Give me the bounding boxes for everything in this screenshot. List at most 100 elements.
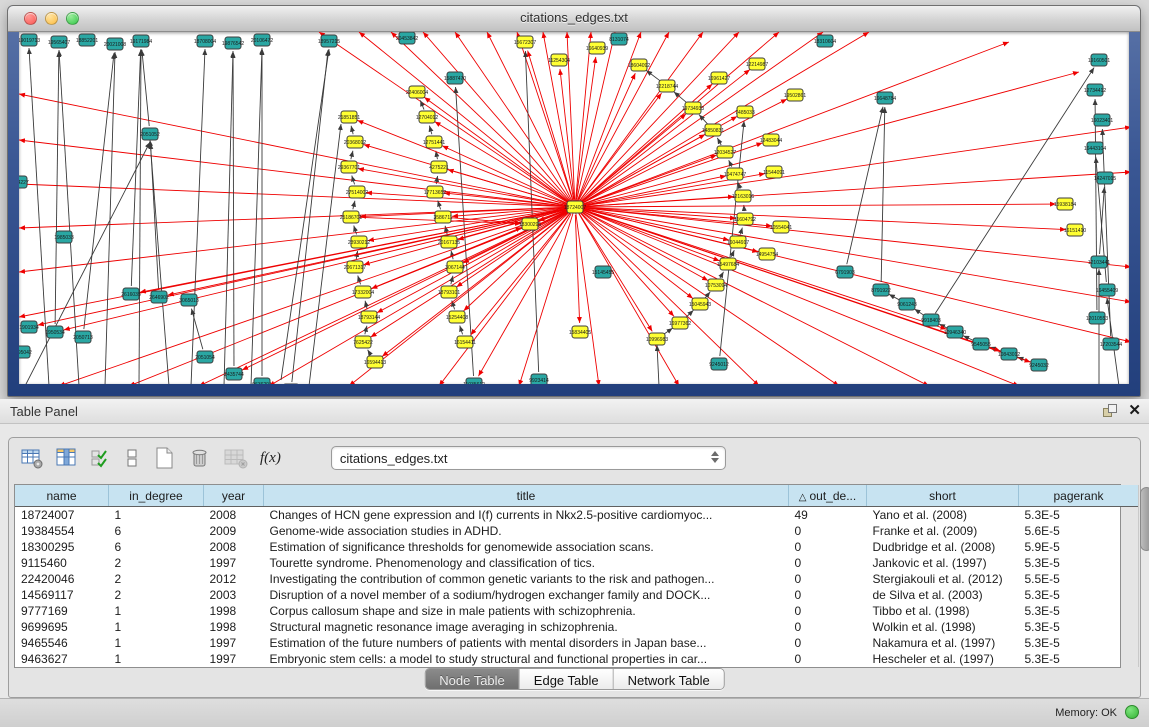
- graph-node-label: 25186701: [340, 215, 362, 221]
- graph-node-label: 19171984: [130, 39, 152, 45]
- graph-node-label: 11604792: [734, 217, 756, 223]
- graph-node-label: 27514002: [346, 190, 368, 196]
- graph-node-label: 2646902: [149, 295, 169, 301]
- graph-edge: [581, 208, 1129, 302]
- column-header-short[interactable]: short: [867, 485, 1019, 507]
- delete-table-icon[interactable]: [222, 445, 250, 471]
- graph-node-label: 15672307: [514, 40, 536, 46]
- graph-node-label: 16023401: [1091, 118, 1113, 124]
- graph-edge: [583, 204, 1056, 207]
- status-bar: Memory: OK: [0, 698, 1149, 727]
- graph-node-label: 12103441: [1088, 260, 1110, 266]
- tab-network-table[interactable]: Network Table: [614, 669, 724, 689]
- graph-edge: [1102, 129, 1110, 336]
- graph-node-label: 15938184: [1054, 202, 1076, 208]
- column-header-in_degree[interactable]: in_degree: [109, 485, 204, 507]
- table-settings-icon[interactable]: [19, 445, 45, 471]
- column-header-out_de[interactable]: △out_de...: [789, 485, 867, 507]
- graph-edge: [150, 140, 169, 384]
- float-panel-icon[interactable]: [1101, 402, 1118, 419]
- graph-edge: [740, 228, 742, 235]
- graph-edge: [365, 301, 367, 309]
- graph-node-label: 16594413: [364, 360, 386, 366]
- column-header-title[interactable]: title: [264, 485, 789, 507]
- graph-node-label: 12214987: [746, 62, 768, 68]
- graph-edge: [131, 50, 140, 286]
- graph-node-label: 11544091: [763, 170, 785, 176]
- graph-node-label: 15254408: [446, 315, 468, 321]
- graph-node-label: 16455409: [1096, 288, 1118, 294]
- graph-node-label: 19019713: [19, 38, 40, 44]
- graph-edge: [578, 212, 679, 384]
- column-header-name[interactable]: name: [15, 485, 109, 507]
- graph-edge: [847, 107, 883, 264]
- graph-node-label: 3065013: [179, 298, 199, 304]
- table-row[interactable]: 1830029562008Estimation of significance …: [15, 539, 1138, 555]
- column-header-pagerank[interactable]: pagerank: [1019, 485, 1139, 507]
- graph-edge: [478, 214, 571, 376]
- graph-edge: [576, 213, 599, 384]
- select-column-icon[interactable]: [54, 445, 80, 471]
- close-panel-icon[interactable]: ✕: [1128, 403, 1141, 419]
- table-vertical-scrollbar[interactable]: [1138, 485, 1139, 667]
- graph-node-label: 18300295: [519, 222, 541, 228]
- window-titlebar[interactable]: citations_edges.txt: [8, 6, 1140, 32]
- graph-node-label: 12704012: [416, 115, 438, 121]
- table-row[interactable]: 969969511998Structural magnetic resonanc…: [15, 619, 1138, 635]
- match-checkbox-icon[interactable]: [89, 445, 113, 471]
- function-builder-icon[interactable]: f(x): [259, 457, 282, 459]
- table-selector[interactable]: citations_edges.txt: [331, 446, 726, 470]
- graph-node-label: 11035612: [463, 382, 485, 384]
- delete-trash-icon[interactable]: [186, 444, 213, 472]
- graph-edge: [581, 209, 1019, 384]
- graph-edge: [646, 70, 660, 81]
- network-canvas[interactable]: 1901971319565407188522012002100819171984…: [19, 32, 1129, 384]
- graph-edge: [84, 53, 114, 329]
- tab-edge-table[interactable]: Edge Table: [520, 669, 614, 689]
- graph-node-label: 20106472: [251, 38, 273, 44]
- graph-edge: [717, 138, 721, 145]
- graph-node-label: 22406004: [406, 90, 428, 96]
- scrollbar-thumb[interactable]: [1140, 487, 1149, 551]
- graph-node-label: 15887470: [444, 76, 466, 82]
- graph-edge: [731, 250, 734, 257]
- graph-node-label: 19734933: [682, 106, 704, 112]
- table-row[interactable]: 2242004622012Investigating the contribut…: [15, 571, 1138, 587]
- table-row[interactable]: 1872400712008Changes of HCN gene express…: [15, 507, 1138, 524]
- graph-node-label: 3586711: [433, 215, 452, 221]
- table-row[interactable]: 977716911998Corpus callosum shape and si…: [15, 603, 1138, 619]
- graph-node-label: 9545055: [971, 342, 991, 348]
- graph-node-label: 12218744: [656, 84, 678, 90]
- graph-node-label: 10753094: [705, 283, 727, 289]
- graph-node-label: 9061243: [897, 302, 917, 308]
- graph-edge: [105, 52, 115, 384]
- table-row[interactable]: 911546021997Tourette syndrome. Phenomeno…: [15, 555, 1138, 571]
- table-panel-header: Table Panel ✕: [0, 399, 1149, 424]
- row-height-icon[interactable]: [122, 445, 142, 471]
- graph-node-label: 12734412: [1084, 88, 1106, 94]
- graph-node-label: 29367701: [338, 165, 360, 171]
- graph-node-label: 7625422: [353, 340, 373, 346]
- graph-edge: [191, 49, 205, 384]
- graph-edge: [581, 127, 1129, 206]
- new-document-icon[interactable]: [151, 444, 177, 472]
- graph-node-label: 12034527: [714, 150, 736, 156]
- graph-edge: [519, 213, 573, 384]
- graph-node-label: 15834405: [569, 330, 591, 336]
- graph-edge: [686, 310, 694, 317]
- graph-node-label: 15145455: [592, 270, 614, 276]
- table-row[interactable]: 946362711997Embryonic stem cells: a mode…: [15, 651, 1138, 667]
- graph-edge: [451, 276, 453, 284]
- graph-edge: [582, 210, 719, 261]
- graph-edge: [579, 32, 703, 202]
- graph-edge: [580, 210, 929, 384]
- memory-indicator[interactable]: [1125, 705, 1139, 719]
- table-row[interactable]: 946554611997Estimation of the future num…: [15, 635, 1138, 651]
- graph-edge: [224, 51, 233, 384]
- column-header-year[interactable]: year: [204, 485, 264, 507]
- tab-node-table[interactable]: Node Table: [425, 669, 520, 689]
- graph-edge: [429, 126, 431, 135]
- graph-node-label: 16648784: [874, 96, 896, 102]
- table-row[interactable]: 1938455462009Genome-wide association stu…: [15, 523, 1138, 539]
- table-row[interactable]: 1456911722003Disruption of a novel membe…: [15, 587, 1138, 603]
